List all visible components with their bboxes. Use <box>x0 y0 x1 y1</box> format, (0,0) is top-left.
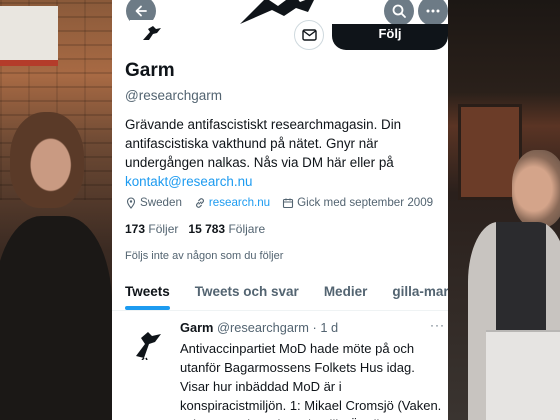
arrow-left-icon <box>135 5 147 17</box>
follow-counts: 173 Följer 15 783 Följare <box>125 222 265 236</box>
tweet-author[interactable]: Garm <box>180 320 213 335</box>
profile-tabs: Tweets Tweets och svar Medier gilla-mar <box>112 275 448 311</box>
tweet[interactable]: Garm @researchgarm · 1 d ··· Antivaccinp… <box>112 312 448 420</box>
follow-button[interactable]: Följ <box>332 24 448 50</box>
tab-likes[interactable]: gilla-mar <box>379 275 448 310</box>
cardboard-box <box>486 330 560 420</box>
location-pin-icon <box>126 196 136 209</box>
followers-label: Följare <box>228 222 266 236</box>
website-link[interactable]: research.nu <box>209 196 270 209</box>
followers-count: 15 783 <box>188 222 226 236</box>
tweet-time[interactable]: · 1 d <box>313 320 339 335</box>
tweet-header: Garm @researchgarm · 1 d <box>180 320 338 335</box>
joined-text: Gick med september 2009 <box>297 196 434 209</box>
wall-sign <box>0 6 58 66</box>
following-label: Följer <box>148 222 179 236</box>
profile-handle: @researchgarm <box>125 88 222 103</box>
tweet-avatar[interactable] <box>134 326 164 360</box>
woman-body <box>0 216 112 420</box>
tweet-more-icon[interactable]: ··· <box>430 318 445 332</box>
tab-media[interactable]: Medier <box>311 275 368 310</box>
profile-name: Garm <box>125 60 175 81</box>
tweet-text: Antivaccinpartiet MoD hade möte på och u… <box>180 341 442 420</box>
raven-logo-icon <box>143 26 161 40</box>
tab-tweets-and-replies[interactable]: Tweets och svar <box>182 275 299 310</box>
avatar[interactable] <box>130 20 174 48</box>
followers-link[interactable]: 15 783 Följare <box>188 222 265 236</box>
profile-meta: Sweden research.nu Gick med september 20… <box>125 196 447 209</box>
background-photo-right <box>448 0 560 420</box>
tweet-handle[interactable]: @researchgarm <box>217 320 309 335</box>
following-link[interactable]: 173 Följer <box>125 222 178 236</box>
mail-icon <box>301 29 317 41</box>
website-item[interactable]: research.nu <box>194 196 270 209</box>
more-icon <box>426 9 440 13</box>
following-count: 173 <box>125 222 146 236</box>
profile-panel: Följ Garm @researchgarm Grävande antifas… <box>112 0 448 420</box>
profile-bio: Grävande antifascistiskt researchmagasin… <box>125 115 443 191</box>
search-button[interactable] <box>384 0 414 26</box>
search-icon <box>392 4 406 18</box>
followed-by-text: Följs inte av någon som du följer <box>125 250 284 262</box>
location-item: Sweden <box>125 196 182 209</box>
calendar-icon <box>283 198 294 208</box>
more-button[interactable] <box>418 0 448 26</box>
location-text: Sweden <box>140 196 182 209</box>
background-photo-left <box>0 0 112 420</box>
woman-head <box>10 112 84 208</box>
tab-tweets[interactable]: Tweets <box>112 275 170 310</box>
link-icon <box>195 197 204 208</box>
man-head <box>512 150 560 228</box>
bio-email-link[interactable]: kontakt@research.nu <box>125 174 252 189</box>
bio-text: Grävande antifascistiskt researchmagasin… <box>125 117 402 170</box>
message-button[interactable] <box>294 20 324 50</box>
joined-item: Gick med september 2009 <box>282 196 433 209</box>
